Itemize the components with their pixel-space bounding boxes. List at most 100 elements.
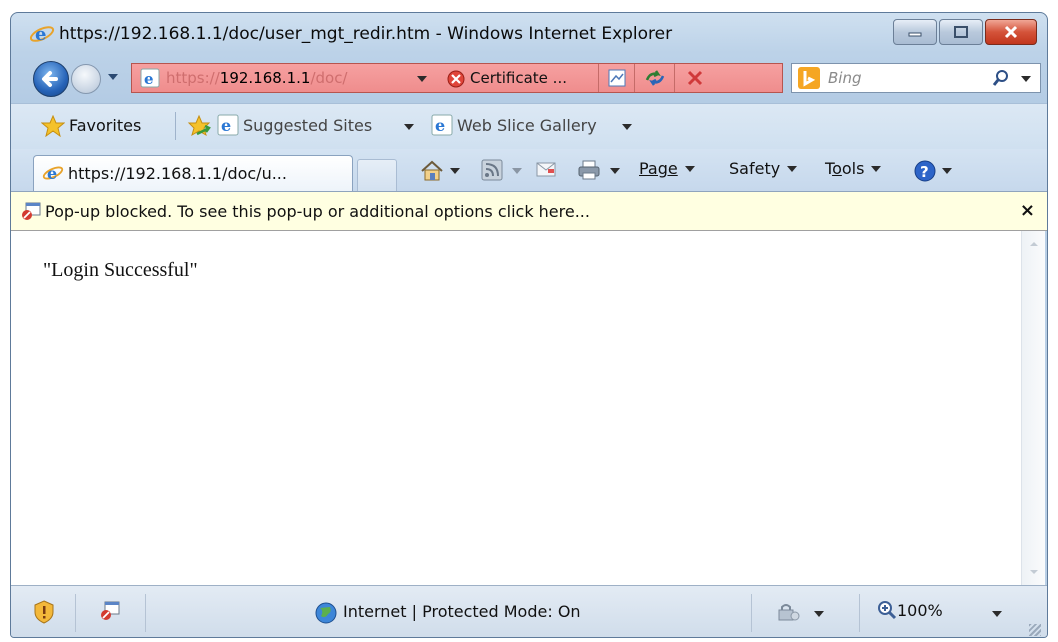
home-button[interactable]: [419, 159, 445, 183]
refresh-icon: [645, 70, 665, 86]
mail-icon: [536, 162, 556, 177]
status-bar: Internet | Protected Mode: On 100%: [11, 585, 1047, 637]
ie-logo-icon: e: [29, 24, 55, 45]
tab-title: https://192.168.1.1/doc/u...: [68, 164, 287, 183]
help-dropdown-icon: [942, 168, 952, 174]
tools-menu[interactable]: Tools: [825, 159, 884, 178]
print-button[interactable]: [577, 159, 601, 181]
safety-menu[interactable]: Safety: [729, 159, 800, 178]
certificate-error-icon[interactable]: [446, 69, 466, 89]
page-menu[interactable]: Page: [639, 159, 698, 178]
infobar-message[interactable]: Pop-up blocked. To see this pop-up or ad…: [45, 202, 590, 221]
refresh-button[interactable]: [644, 67, 666, 89]
minimize-icon: [908, 32, 922, 37]
zoom-level[interactable]: 100%: [897, 601, 943, 620]
vertical-scrollbar[interactable]: [1021, 231, 1045, 585]
tab-bar: e https://192.168.1.1/doc/u... Page Safe…: [11, 149, 1047, 191]
security-shield-icon[interactable]: [33, 600, 55, 624]
page-menu-dropdown-icon: [684, 165, 695, 172]
safety-menu-dropdown-icon: [787, 165, 798, 172]
search-box[interactable]: Bing: [791, 63, 1041, 93]
tab-page-icon: e: [42, 164, 64, 183]
ie-window: e https://192.168.1.1/doc/user_mgt_redir…: [10, 12, 1048, 638]
status-divider: [145, 594, 146, 632]
window-title: https://192.168.1.1/doc/user_mgt_redir.h…: [59, 24, 673, 44]
suggested-sites-dropdown-icon[interactable]: [403, 123, 415, 131]
tab-active[interactable]: e https://192.168.1.1/doc/u...: [33, 155, 353, 191]
maximize-icon: [954, 26, 968, 38]
help-button[interactable]: ?: [913, 159, 953, 183]
zoom-dropdown-icon[interactable]: [991, 610, 1003, 618]
popup-blocker-status-icon[interactable]: [99, 600, 121, 622]
home-icon: [421, 160, 443, 181]
new-tab-button[interactable]: [357, 159, 397, 191]
suggested-sites-icon: e: [217, 114, 239, 136]
search-options-dropdown-icon[interactable]: [1020, 75, 1032, 83]
protected-mode-icon[interactable]: [775, 602, 803, 622]
feeds-button[interactable]: [481, 159, 503, 181]
svg-text:e: e: [35, 24, 46, 45]
suggested-sites-link[interactable]: Suggested Sites: [243, 116, 372, 135]
home-dropdown-icon[interactable]: [449, 167, 461, 175]
compatibility-view-button[interactable]: [606, 67, 628, 89]
search-icon[interactable]: [992, 69, 1010, 87]
print-dropdown-icon[interactable]: [609, 167, 621, 175]
resize-grip[interactable]: [1029, 624, 1041, 636]
login-message: "Login Successful": [43, 259, 198, 281]
protected-mode-dropdown-icon[interactable]: [813, 610, 825, 618]
scroll-up-arrow-icon[interactable]: [1029, 241, 1039, 247]
svg-text:?: ?: [920, 163, 929, 181]
address-url[interactable]: https://192.168.1.1/doc/: [166, 69, 348, 87]
stop-icon: [687, 70, 703, 86]
address-divider: [634, 64, 635, 92]
recent-pages-dropdown-icon[interactable]: [107, 73, 119, 81]
status-divider: [859, 594, 860, 632]
compatibility-view-icon: [608, 69, 626, 87]
read-mail-button[interactable]: [535, 159, 557, 179]
print-icon: [578, 160, 600, 180]
page-content: "Login Successful": [11, 231, 1021, 585]
address-dropdown-icon[interactable]: [416, 75, 428, 83]
window-controls: [893, 19, 1037, 45]
stop-button[interactable]: [684, 67, 706, 89]
certificate-error-label[interactable]: Certificate ...: [470, 69, 567, 87]
favorites-bar: Favorites e Suggested Sites e Web Slice …: [11, 103, 1047, 150]
title-bar: e https://192.168.1.1/doc/user_mgt_redir…: [11, 13, 1047, 55]
address-bar[interactable]: e https://192.168.1.1/doc/ Certificate .…: [131, 63, 783, 93]
svg-text:e: e: [47, 164, 57, 183]
zoom-icon: [878, 601, 897, 620]
feeds-dropdown-icon[interactable]: [511, 167, 523, 175]
back-button[interactable]: [33, 61, 69, 97]
favorites-star-icon[interactable]: [41, 115, 65, 137]
infobar-close-button[interactable]: ×: [1020, 200, 1035, 221]
page-icon: e: [140, 68, 160, 88]
svg-text:e: e: [221, 116, 231, 135]
feeds-icon: [481, 159, 503, 181]
status-divider: [751, 594, 752, 632]
address-divider: [674, 64, 675, 92]
web-slice-gallery-dropdown-icon[interactable]: [621, 123, 633, 131]
security-zone-label[interactable]: Internet | Protected Mode: On: [343, 602, 581, 621]
svg-text:e: e: [144, 70, 154, 88]
scroll-down-arrow-icon[interactable]: [1029, 569, 1039, 575]
svg-text:e: e: [435, 116, 445, 135]
url-suffix: /doc/: [310, 69, 348, 87]
web-slice-gallery-link[interactable]: Web Slice Gallery: [457, 116, 597, 135]
maximize-button[interactable]: [939, 19, 983, 45]
close-icon: [1004, 25, 1018, 39]
minimize-button[interactable]: [893, 19, 937, 45]
favorites-divider: [175, 112, 176, 140]
address-divider: [598, 64, 599, 92]
favorites-button[interactable]: Favorites: [69, 116, 141, 135]
page-menu-label: Page: [639, 159, 678, 178]
back-arrow-icon: [42, 71, 58, 87]
search-placeholder: Bing: [828, 69, 862, 87]
tools-menu-label: Tools: [825, 159, 865, 178]
close-window-button[interactable]: [985, 19, 1037, 45]
internet-zone-globe-icon: [315, 602, 337, 624]
help-icon: ?: [914, 160, 936, 182]
popup-blocked-infobar[interactable]: Pop-up blocked. To see this pop-up or ad…: [11, 191, 1047, 231]
add-to-favorites-bar-icon[interactable]: [187, 114, 213, 138]
popup-blocked-icon: [22, 202, 41, 220]
forward-button[interactable]: [71, 64, 101, 94]
